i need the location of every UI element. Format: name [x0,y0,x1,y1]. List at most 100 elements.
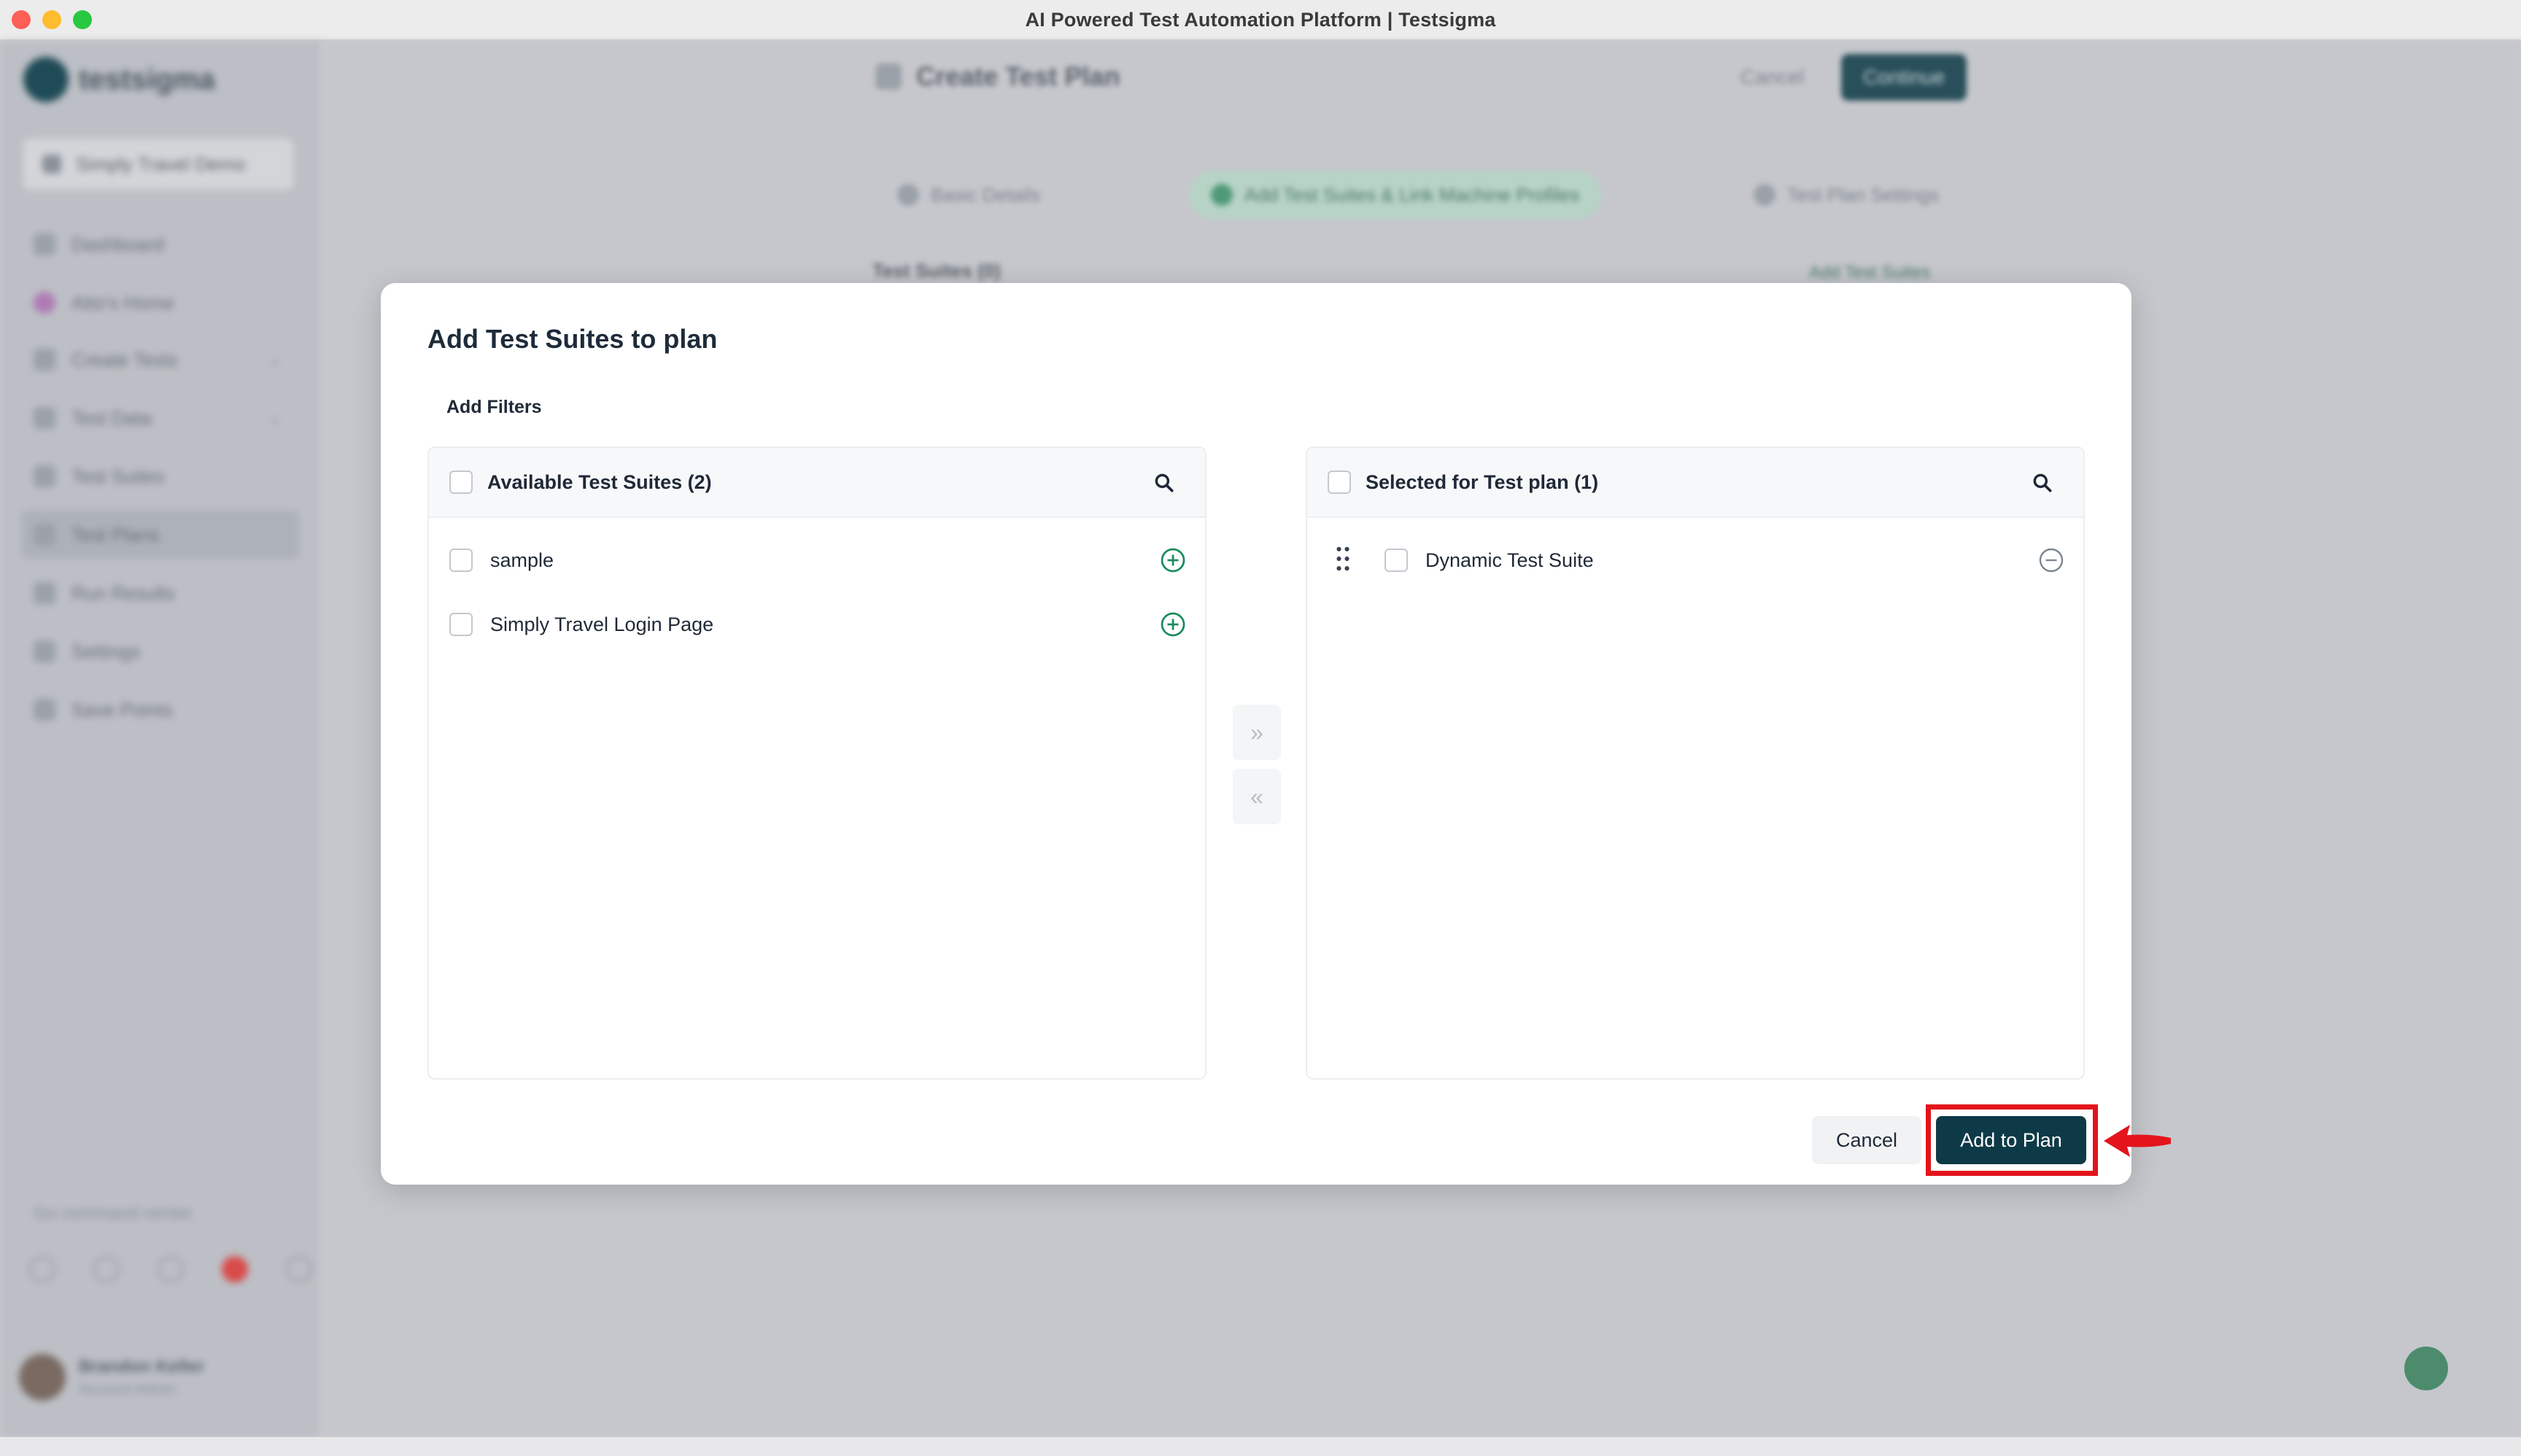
create-tests-icon [34,349,55,371]
selected-suites-panel: Selected for Test plan (1) Dynamic Test … [1306,446,2085,1080]
search-icon[interactable] [1153,471,1176,495]
move-right-button[interactable]: » [1233,705,1281,760]
sidebar-item-settings[interactable]: Settings [22,627,299,675]
sidebar-item-test-plans[interactable]: Test Plans [22,511,299,559]
suite-name: Simply Travel Login Page [490,613,714,635]
sidebar-item-label: Run Results [71,581,175,604]
step-icon [897,184,919,206]
project-name: Simply Travel Demo [76,152,246,175]
cancel-button[interactable]: Cancel [1812,1116,1921,1164]
sidebar-item-create-tests[interactable]: Create Tests ⌄ [22,336,299,384]
project-switcher[interactable]: Simply Travel Demo [23,139,293,190]
logo-icon [23,57,69,102]
arrow-left-icon [2104,1125,2171,1157]
brand-name: testsigma [79,63,215,96]
help-chat-icon[interactable] [2404,1347,2448,1390]
list-item[interactable]: sample [429,528,1205,592]
step-basic-details[interactable]: Basic Details [897,171,1040,219]
save-points-icon [34,699,55,721]
suite-name: Dynamic Test Suite [1425,549,1594,571]
add-circle-icon[interactable] [1160,547,1186,573]
step-label: Test Plan Settings [1787,183,1940,206]
test-plans-icon [34,524,55,546]
user-profile[interactable]: Brandon Keller Account Admin [19,1354,204,1401]
sidebar-item-label: Save Points [71,698,173,721]
brand-logo[interactable]: testsigma [23,57,215,102]
add-filters-button[interactable]: Add Filters [446,397,542,418]
sidebar-item-label: Test Data [71,406,152,429]
chevron-down-icon: ⌄ [268,350,282,368]
test-data-icon [34,407,55,429]
select-all-available-checkbox[interactable] [449,471,473,494]
sidebar-item-label: Settings [71,640,140,662]
suite-checkbox[interactable] [449,613,473,636]
minimize-window-button[interactable] [42,10,61,29]
selected-suites-title: Selected for Test plan (1) [1366,471,1599,493]
step-test-plan-settings[interactable]: Test Plan Settings [1754,171,1939,219]
header-continue-button[interactable]: Continue [1841,54,1967,101]
sidebar-item-home[interactable]: Atto's Home [22,279,299,327]
section-title: Test Suites (0) [872,260,1001,282]
test-suites-icon [34,465,55,487]
step-label: Basic Details [931,183,1041,206]
search-icon[interactable] [2031,471,2054,495]
maximize-window-button[interactable] [73,10,92,29]
window-title: AI Powered Test Automation Platform | Te… [1025,8,1496,31]
sidebar-item-label: Test Suites [71,465,165,487]
plan-icon [875,63,902,90]
close-window-button[interactable] [12,10,31,29]
select-all-selected-checkbox[interactable] [1328,471,1351,494]
suite-checkbox[interactable] [1385,549,1408,572]
info-icon[interactable] [93,1256,120,1282]
dashboard-icon [34,233,55,255]
step-add-test-suites[interactable]: Add Test Suites & Link Machine Profiles [1189,171,1602,219]
suite-name: sample [490,549,554,571]
sidebar-item-label: Atto's Home [71,291,174,314]
chat-icon[interactable] [158,1256,184,1282]
command-center-link[interactable]: Go command center [34,1204,192,1224]
help-icon[interactable] [29,1256,55,1282]
drag-handle-icon[interactable] [1335,546,1351,572]
sidebar-item-label: Test Plans [71,523,159,546]
remove-circle-icon[interactable] [2038,547,2064,573]
sidebar-item-run-results[interactable]: Run Results [22,569,299,617]
add-circle-icon[interactable] [1160,611,1186,638]
page-title-text: Create Test Plan [916,61,1120,91]
notification-icon[interactable] [222,1256,248,1282]
run-results-icon [34,582,55,604]
available-suites-title: Available Test Suites (2) [487,471,712,493]
add-test-suites-link[interactable]: Add Test Suites [1809,263,1930,283]
chevron-down-icon: ⌄ [268,408,282,427]
sidebar-item-dashboard[interactable]: Dashboard [22,220,299,268]
step-label: Add Test Suites & Link Machine Profiles [1244,183,1580,206]
user-role: Account Admin [79,1381,177,1398]
sidebar-item-label: Dashboard [71,233,165,255]
suite-checkbox[interactable] [449,549,473,572]
window-bottom-edge [0,1437,2521,1456]
settings-circle-icon[interactable] [286,1256,312,1282]
avatar [19,1354,66,1401]
modal-title: Add Test Suites to plan [427,324,718,354]
list-item[interactable]: Dynamic Test Suite [1307,528,2083,592]
home-icon [34,292,55,314]
highlight-annotation-box [1926,1104,2098,1176]
sidebar-item-label: Create Tests [71,348,178,371]
sidebar-item-test-suites[interactable]: Test Suites [22,452,299,500]
available-suites-panel: Available Test Suites (2) sample Simply … [427,446,1207,1080]
add-test-suites-modal: Add Test Suites to plan Add Filters Avai… [381,283,2171,1185]
sidebar-item-test-data[interactable]: Test Data ⌄ [22,394,299,442]
available-suites-header: Available Test Suites (2) [429,448,1205,518]
sidebar-item-save-points[interactable]: Save Points [22,686,299,734]
project-icon [42,155,61,174]
sidebar-utility-icons [29,1256,312,1282]
list-item[interactable]: Simply Travel Login Page [429,592,1205,657]
selected-suites-header: Selected for Test plan (1) [1307,448,2083,518]
move-left-button[interactable]: « [1233,769,1281,824]
step-icon [1211,184,1233,206]
step-icon [1754,184,1775,206]
header-cancel-button[interactable]: Cancel [1740,66,1804,89]
settings-icon [34,640,55,662]
sidebar: testsigma Simply Travel Demo Dashboard A… [0,41,321,1437]
window-controls [12,10,92,29]
window-titlebar: AI Powered Test Automation Platform | Te… [0,0,2521,41]
